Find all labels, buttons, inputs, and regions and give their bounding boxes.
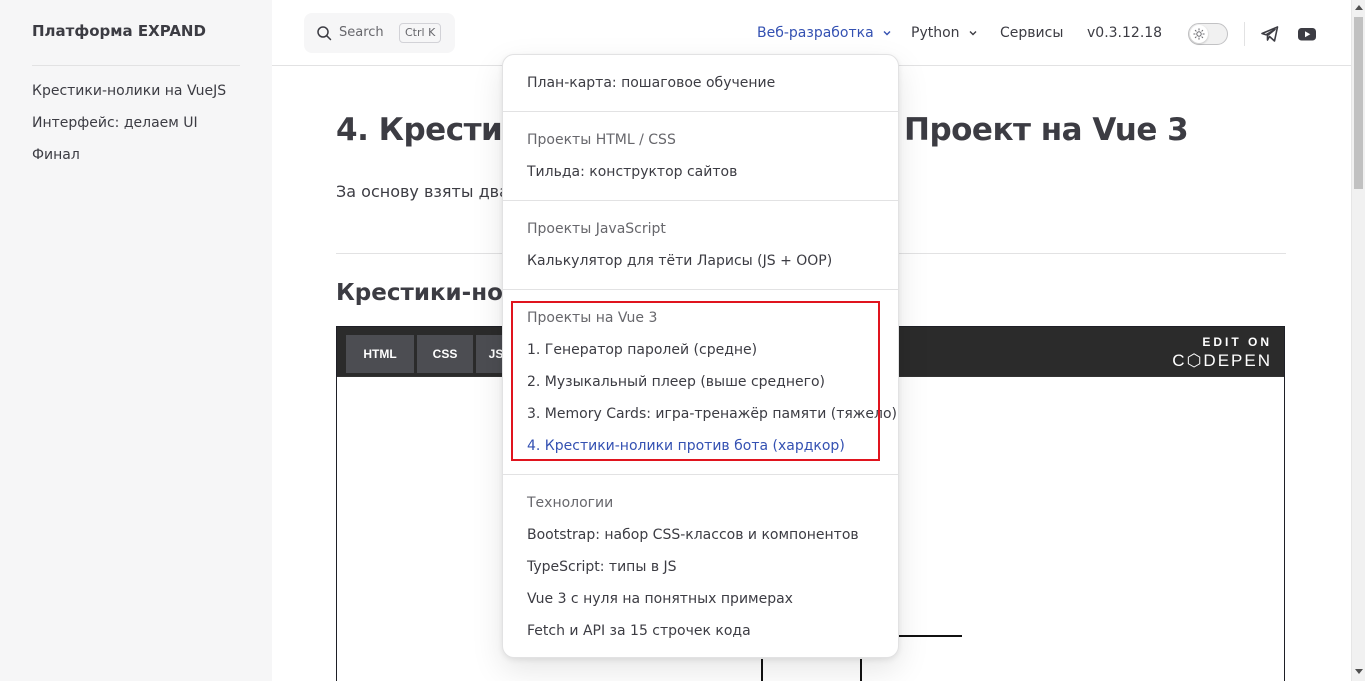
sidebar-item[interactable]: Крестики-нолики на VueJS (32, 82, 226, 114)
chevron-down-icon (969, 31, 977, 36)
theme-toggle[interactable] (1188, 23, 1228, 45)
intro-paragraph: За основу взяты два (336, 182, 509, 201)
scroll-down-arrow-icon[interactable] (1355, 669, 1363, 674)
menu-item[interactable]: Fetch и API за 15 строчек кода (527, 621, 751, 641)
sidebar-item[interactable]: Финал (32, 146, 226, 178)
sidebar: Платформа EXPAND Крестики-нолики на VueJ… (0, 0, 272, 681)
codepen-logo: C⬡DEPEN (1172, 351, 1272, 370)
highlight-box (511, 301, 880, 461)
chevron-down-icon (883, 31, 891, 36)
menu-divider (503, 474, 898, 475)
page-scrollbar[interactable] (1351, 0, 1365, 681)
menu-item[interactable]: Bootstrap: набор CSS-классов и компонент… (527, 525, 859, 545)
sun-icon (1193, 28, 1205, 40)
scroll-thumb[interactable] (1354, 17, 1363, 189)
site-brand[interactable]: Платформа EXPAND (32, 22, 206, 40)
sidebar-item[interactable]: Интерфейс: делаем UI (32, 114, 226, 146)
scroll-up-arrow-icon[interactable] (1355, 5, 1363, 10)
edit-on-label: EDIT ON (1202, 335, 1272, 349)
nav-label: Python (911, 25, 960, 41)
codepen-tab-html[interactable]: HTML (346, 335, 414, 373)
nav-services[interactable]: Сервисы (1000, 23, 1063, 43)
sidebar-outline: Крестики-нолики на VueJS Интерфейс: дела… (32, 82, 226, 178)
search-icon (317, 26, 332, 41)
menu-divider (503, 289, 898, 290)
telegram-icon[interactable] (1260, 24, 1280, 44)
board-line (860, 659, 862, 681)
toggle-knob (1190, 25, 1208, 43)
menu-item[interactable]: План-карта: пошаговое обучение (527, 73, 775, 93)
menu-divider (503, 200, 898, 201)
codepen-tab-css[interactable]: CSS (417, 335, 473, 373)
menu-item[interactable]: Тильда: конструктор сайтов (527, 162, 737, 182)
sidebar-divider (32, 65, 240, 66)
menu-item[interactable]: Vue 3 с нуля на понятных примерах (527, 589, 793, 609)
search-label: Search (339, 25, 384, 40)
menu-item[interactable]: Калькулятор для тёти Ларисы (JS + OOP) (527, 251, 832, 271)
navbar-divider (1244, 22, 1245, 46)
menu-divider (503, 111, 898, 112)
youtube-icon[interactable] (1297, 24, 1317, 44)
edit-on-codepen-link[interactable]: EDIT ON C⬡DEPEN (1172, 335, 1272, 371)
search-shortcut: Ctrl K (399, 23, 442, 43)
search-button[interactable]: Search Ctrl K (304, 13, 455, 53)
menu-item[interactable]: TypeScript: типы в JS (527, 557, 677, 577)
menu-group-title: Технологии (527, 495, 614, 511)
menu-group-title: Проекты JavaScript (527, 221, 666, 237)
menu-group-title: Проекты HTML / CSS (527, 132, 676, 148)
nav-python[interactable]: Python (911, 23, 978, 43)
board-line (761, 659, 763, 681)
version-menu[interactable]: v0.3.12.18 (1087, 23, 1162, 43)
nav-web-dev[interactable]: Веб-разработка (757, 23, 892, 43)
page-title-tail: Проект на Vue 3 (904, 112, 1189, 148)
nav-label: Веб-разработка (757, 25, 874, 41)
